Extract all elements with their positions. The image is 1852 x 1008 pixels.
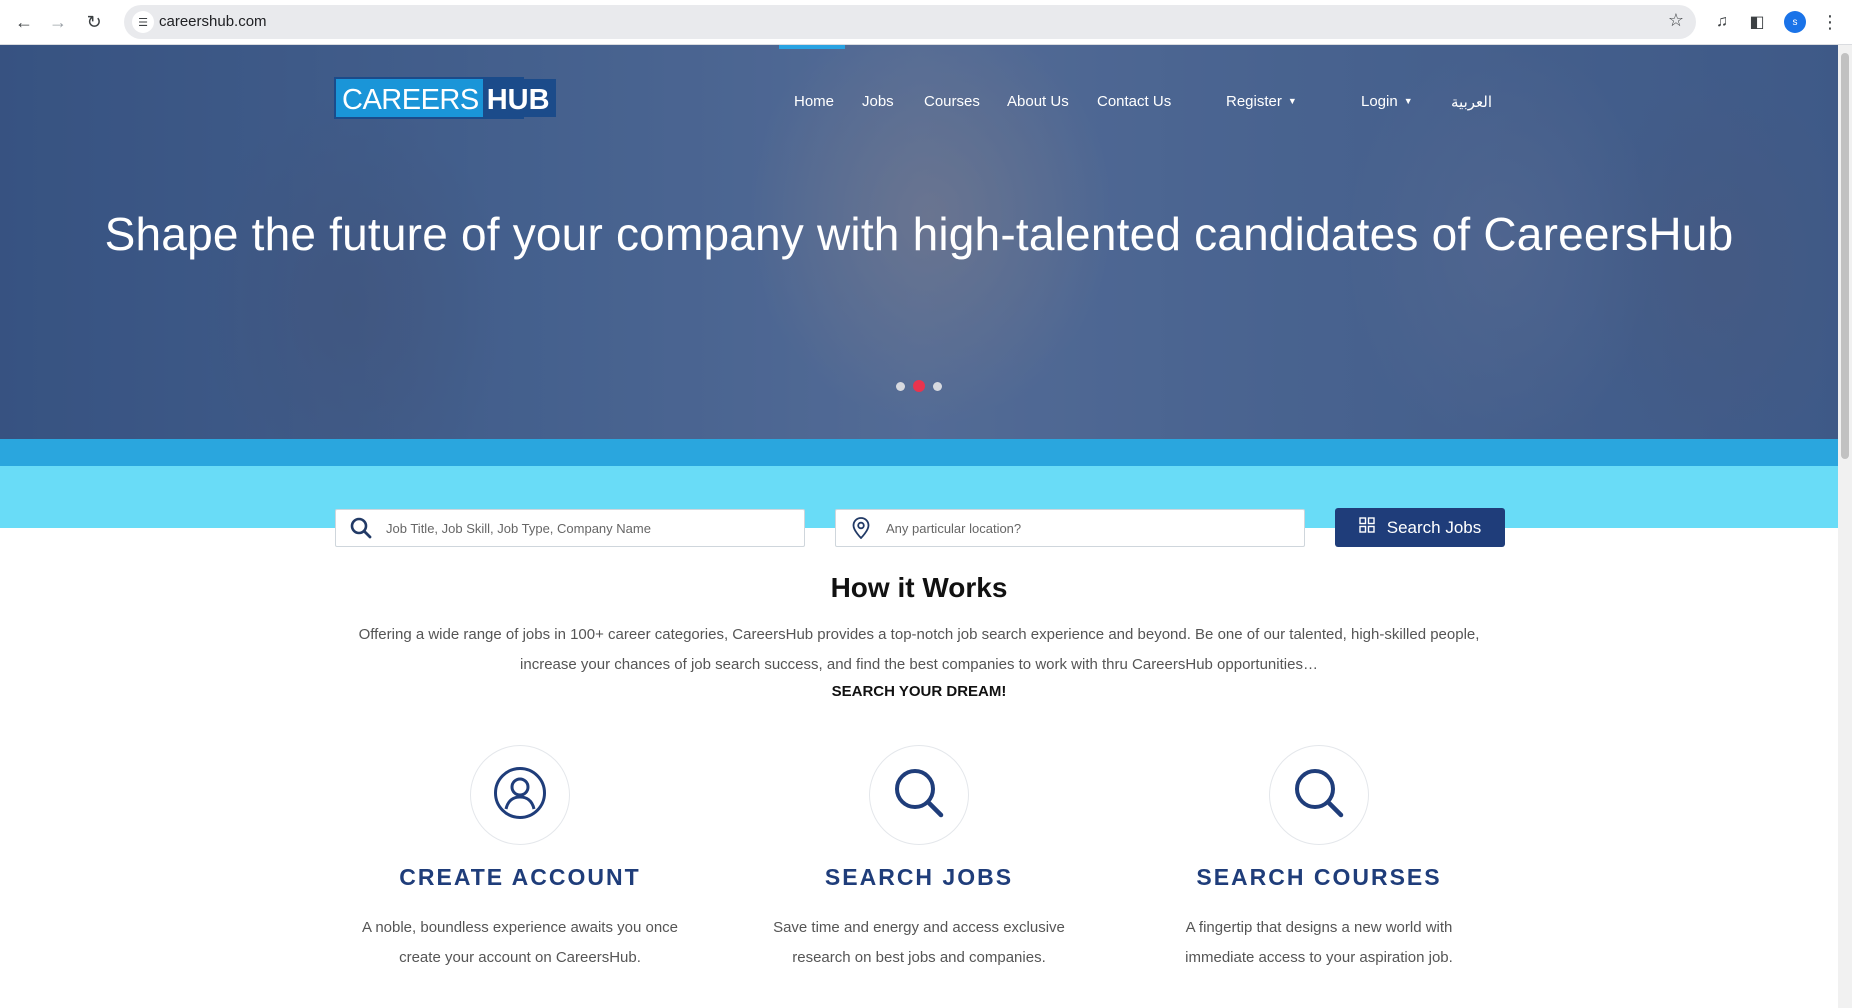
location-search-box[interactable] <box>835 509 1305 547</box>
nav-login-dropdown[interactable]: Login ▼ <box>1361 93 1413 110</box>
profile-avatar[interactable]: s <box>1784 11 1806 33</box>
feature-description: A fingertip that designs a new world wit… <box>1185 919 1453 966</box>
forward-arrow-icon[interactable]: → <box>44 8 72 36</box>
scrollbar-thumb[interactable] <box>1841 53 1849 459</box>
logo-text-hub: HUB <box>482 79 556 117</box>
feature-description: Save time and energy and access exclusiv… <box>773 919 1065 966</box>
search-your-dream-label: SEARCH YOUR DREAM! <box>831 683 1007 700</box>
login-label: Login <box>1361 93 1398 110</box>
feature-create-account: CREATE ACCOUNT A noble, boundless experi… <box>320 745 720 973</box>
nav-register-dropdown[interactable]: Register ▼ <box>1226 93 1297 110</box>
browser-toolbar: ← → ↻ ☰ careershub.com ☆ ♫ ◧ s ⋮ <box>0 0 1852 45</box>
media-controls-icon[interactable]: ♫ <box>1710 10 1734 34</box>
hero-title: Shape the future of your company with hi… <box>104 208 1734 260</box>
search-icon <box>893 767 945 824</box>
how-it-works-title: How it Works <box>830 572 1008 603</box>
register-label: Register <box>1226 93 1282 110</box>
feature-icon-circle <box>470 745 570 845</box>
side-panel-icon[interactable]: ◧ <box>1745 10 1769 34</box>
reload-icon[interactable]: ↻ <box>80 8 108 36</box>
carousel-indicators <box>896 380 942 392</box>
search-jobs-label: Search Jobs <box>1386 517 1482 537</box>
feature-icon-circle <box>1269 745 1369 845</box>
search-band-top <box>0 439 1838 466</box>
nav-home[interactable]: Home <box>794 93 834 110</box>
feature-search-courses: SEARCH COURSES A fingertip that designs … <box>1119 745 1519 973</box>
carousel-dot-2[interactable] <box>913 380 925 392</box>
back-arrow-icon[interactable]: ← <box>10 8 38 36</box>
how-it-works-description: Offering a wide range of jobs in 100+ ca… <box>358 626 1480 673</box>
hero-carousel: CAREERS HUB Home Jobs Courses About Us C… <box>0 45 1838 439</box>
caret-down-icon: ▼ <box>1403 96 1413 106</box>
location-input[interactable] <box>886 520 1304 536</box>
grid-icon <box>1359 517 1375 538</box>
search-icon <box>1293 767 1345 824</box>
search-jobs-button[interactable]: Search Jobs <box>1335 508 1505 547</box>
keyword-search-box[interactable] <box>335 509 805 547</box>
browser-menu-icon[interactable]: ⋮ <box>1818 10 1842 34</box>
bookmark-star-icon[interactable]: ☆ <box>1668 10 1684 31</box>
caret-down-icon: ▼ <box>1287 96 1297 106</box>
feature-description: A noble, boundless experience awaits you… <box>361 919 679 966</box>
location-pin-icon <box>836 517 886 539</box>
nav-active-indicator <box>779 45 845 49</box>
keyword-input[interactable] <box>386 520 804 536</box>
page-scrollbar[interactable] <box>1838 45 1852 1008</box>
nav-contact-us[interactable]: Contact Us <box>1097 93 1171 110</box>
nav-courses[interactable]: Courses <box>924 93 980 110</box>
webpage: CAREERS HUB Home Jobs Courses About Us C… <box>0 45 1838 1008</box>
nav-about-us[interactable]: About Us <box>1007 93 1069 110</box>
address-url[interactable]: careershub.com <box>159 13 267 30</box>
nav-language-switch[interactable]: العربية <box>1451 93 1492 111</box>
carousel-dot-1[interactable] <box>896 381 905 391</box>
nav-jobs[interactable]: Jobs <box>862 93 894 110</box>
address-bar[interactable]: ☰ careershub.com ☆ <box>124 5 1696 39</box>
feature-title: SEARCH JOBS <box>824 864 1014 890</box>
carousel-dot-3[interactable] <box>933 381 942 391</box>
logo-text-careers: CAREERS <box>336 79 483 117</box>
user-icon <box>493 766 547 825</box>
site-info-icon[interactable]: ☰ <box>132 11 154 33</box>
search-icon <box>336 517 386 539</box>
feature-title: SEARCH COURSES <box>1196 864 1442 890</box>
feature-icon-circle <box>869 745 969 845</box>
feature-search-jobs: SEARCH JOBS Save time and energy and acc… <box>719 745 1119 973</box>
careershub-logo[interactable]: CAREERS HUB <box>334 77 556 119</box>
feature-title: CREATE ACCOUNT <box>399 864 641 890</box>
